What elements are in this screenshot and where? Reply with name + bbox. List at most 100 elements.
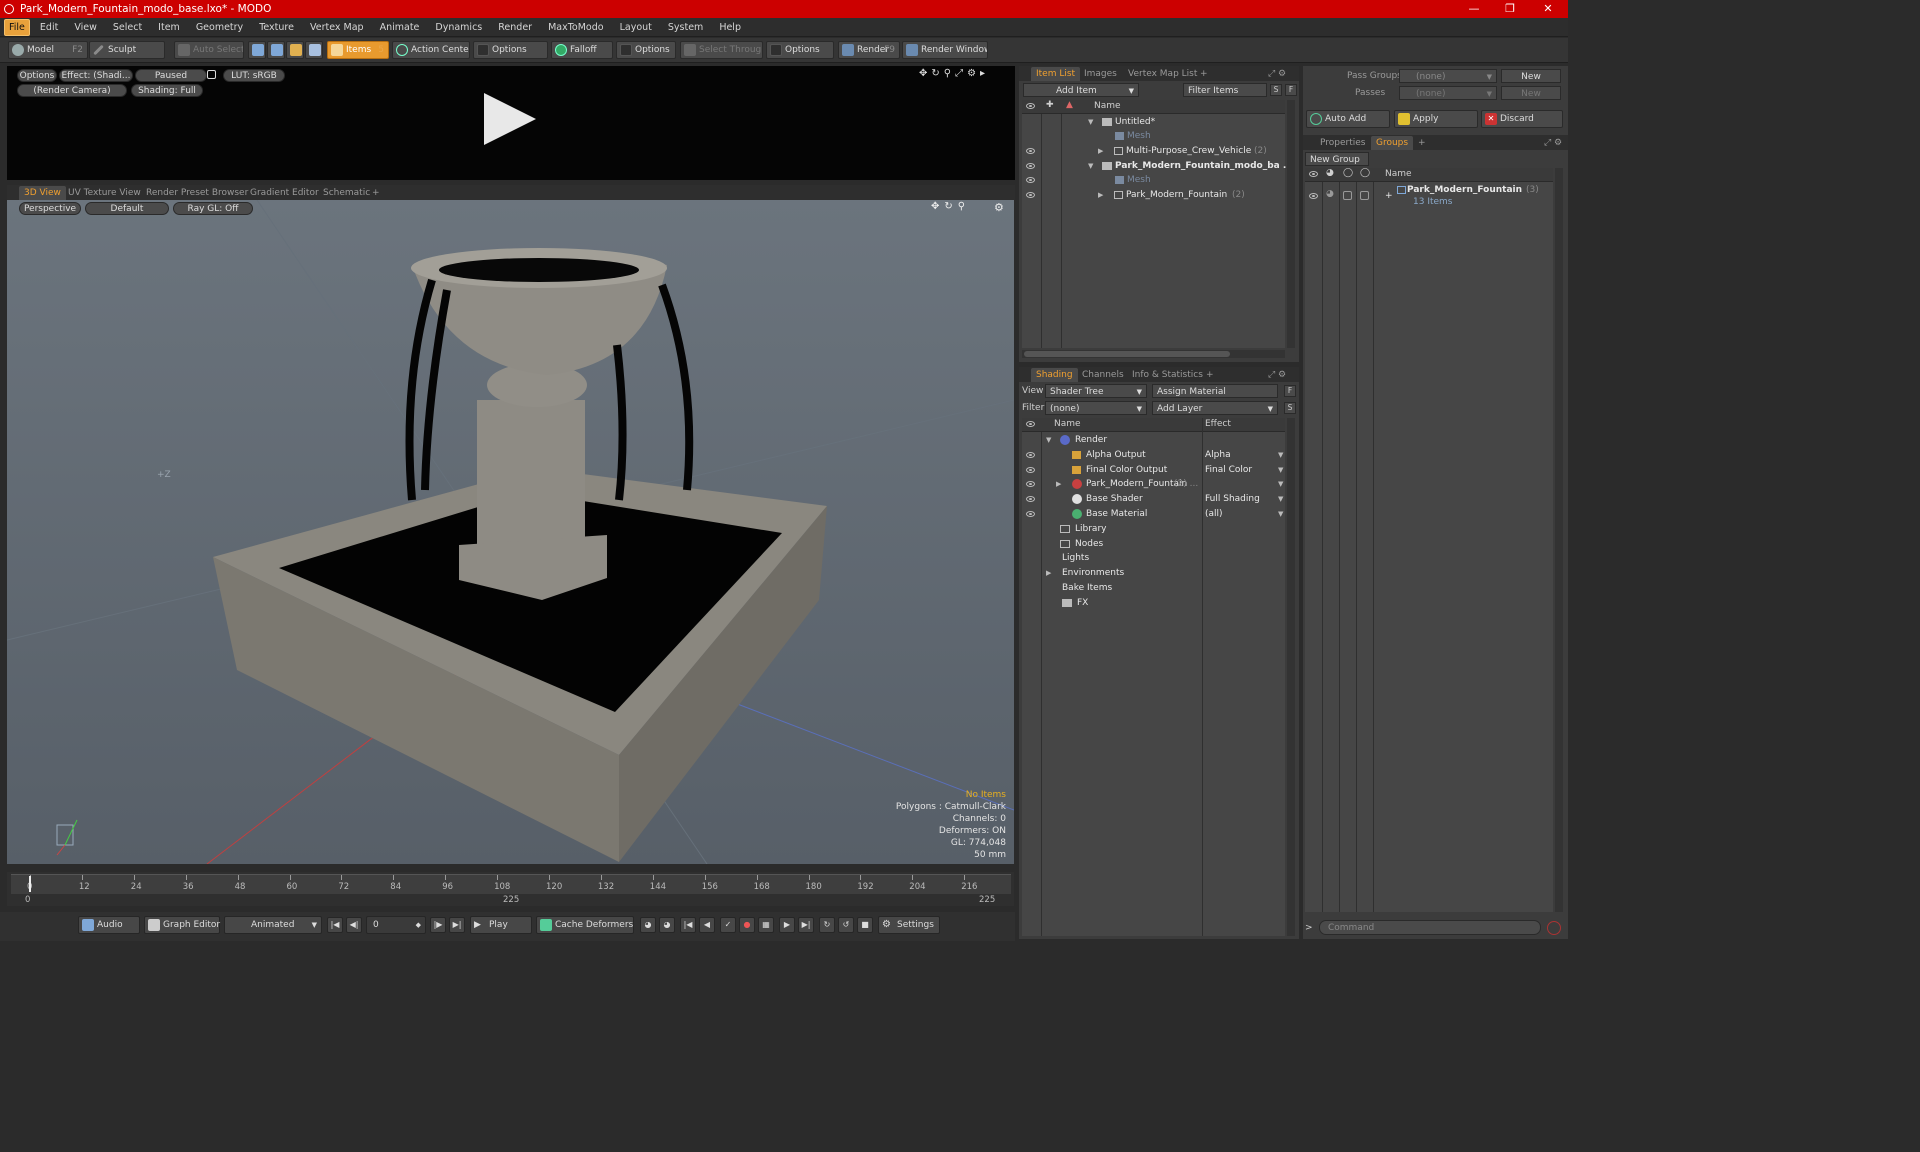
command-history-icon[interactable] [1547, 921, 1561, 935]
add-tab-icon[interactable]: + [367, 186, 385, 200]
menu-edit[interactable]: Edit [32, 18, 66, 37]
render-button[interactable]: Render F9 [838, 41, 900, 59]
filter-s-button[interactable]: S [1270, 84, 1282, 96]
key-tool-icon-1[interactable]: ◕ [640, 917, 656, 933]
list-item[interactable]: Library [1022, 522, 1285, 536]
list-item[interactable]: Mesh [1022, 129, 1285, 143]
key-set-icon[interactable]: ✓ [720, 917, 736, 933]
restore-icon[interactable]: ❐ [1492, 0, 1528, 18]
preview-effect-dropdown[interactable]: Effect: (Shadi... [59, 69, 133, 82]
list-item[interactable]: Nodes [1022, 537, 1285, 551]
expand-plus-icon[interactable]: + [1385, 189, 1393, 203]
shading-s-button[interactable]: S [1284, 402, 1296, 414]
minimize-icon[interactable]: — [1456, 0, 1492, 18]
tab-render-preset-browser[interactable]: Render Preset Browser [141, 186, 253, 200]
items-button[interactable]: Items 5 [327, 41, 389, 59]
add-layer-dropdown[interactable]: Add Layer ▼ [1152, 401, 1278, 415]
loop-icon[interactable]: ↻ [819, 917, 835, 933]
panel-options-icons[interactable]: ⤢ ⚙ [1539, 136, 1567, 150]
next-key-icon[interactable]: |▶ [430, 917, 446, 933]
menu-maxtomodo[interactable]: MaxToModo [540, 18, 612, 37]
perspective-dropdown[interactable]: Perspective [19, 202, 81, 215]
passes-dropdown[interactable]: (none) ▼ [1399, 86, 1497, 100]
list-item[interactable]: Lights [1022, 551, 1285, 565]
menu-vertex-map[interactable]: Vertex Map [302, 18, 372, 37]
key-next-icon[interactable]: ▶ [779, 917, 795, 933]
select-materials-button[interactable] [305, 41, 323, 59]
viewport-settings-icon[interactable]: ⚙ [994, 201, 1004, 214]
falloff-options-button[interactable]: Options [616, 41, 676, 59]
select-vertices-button[interactable] [248, 41, 266, 59]
preview-nav-icons[interactable]: ✥↻⚲⤢⚙▸ [919, 68, 989, 79]
list-item[interactable]: ▼ Park_Modern_Fountain_modo_ba ... [1022, 159, 1293, 173]
key-prev-icon[interactable]: ◀ [699, 917, 715, 933]
list-item[interactable]: Bake Items [1022, 581, 1285, 595]
assign-material-button[interactable]: Assign Material [1152, 384, 1278, 398]
preview-options-button[interactable]: Options [17, 69, 57, 82]
filter-dropdown[interactable]: (none) ▼ [1045, 401, 1147, 415]
menu-help[interactable]: Help [711, 18, 749, 37]
next-frame-icon[interactable]: ▶| [798, 917, 814, 933]
tab-uv-texture-view[interactable]: UV Texture View [63, 186, 146, 200]
select-edges-button[interactable] [267, 41, 285, 59]
panel-options-icons[interactable]: ⤢ ⚙ [1263, 67, 1291, 81]
shader-tree-vscrollbar[interactable] [1287, 418, 1295, 936]
play-icon[interactable] [482, 91, 538, 147]
tab-shading[interactable]: Shading [1031, 368, 1078, 382]
go-to-start-icon[interactable]: |◀ [327, 917, 343, 933]
tab-vertex-map-list[interactable]: Vertex Map List [1123, 67, 1202, 81]
frame-input[interactable]: 0 ◆ [366, 916, 426, 934]
list-item[interactable]: ▼ Untitled* [1022, 115, 1285, 129]
viewport-nav-icons[interactable]: ✥↻⚲ [931, 201, 970, 212]
menu-geometry[interactable]: Geometry [188, 18, 251, 37]
key-tool-icon-2[interactable]: ◕ [659, 917, 675, 933]
menu-animate[interactable]: Animate [372, 18, 428, 37]
menu-system[interactable]: System [660, 18, 711, 37]
filter-f-button[interactable]: F [1285, 84, 1297, 96]
menu-dynamics[interactable]: Dynamics [427, 18, 490, 37]
animated-dropdown[interactable]: Animated ▼ [224, 916, 322, 934]
list-item[interactable]: Base Shader Full Shading ▼ [1022, 492, 1285, 506]
view-dropdown[interactable]: Shader Tree ▼ [1045, 384, 1147, 398]
raygl-dropdown[interactable]: Ray GL: Off [173, 202, 253, 215]
filter-items-input[interactable]: Filter Items [1183, 83, 1267, 97]
item-list-vscrollbar[interactable] [1287, 100, 1295, 348]
command-input[interactable]: Command [1319, 920, 1541, 935]
falloff-button[interactable]: Falloff [551, 41, 613, 59]
timeline[interactable]: 0 12 24 36 48 60 72 84 96 108 120 132 144 156 168 180 19… [7, 872, 1014, 906]
list-item[interactable]: Final Color Output Final Color ▼ [1022, 463, 1285, 477]
render-toggle-icon[interactable]: ◕ [1326, 187, 1334, 201]
add-item-dropdown[interactable]: Add Item ▼ [1023, 83, 1139, 97]
select-through-options-button[interactable]: Options [766, 41, 834, 59]
preview-paused-button[interactable]: Paused [135, 69, 207, 82]
select-polygons-button[interactable] [286, 41, 304, 59]
menu-view[interactable]: View [66, 18, 105, 37]
play-button[interactable]: ▶ Play [470, 916, 532, 934]
tab-item-list[interactable]: Item List [1031, 67, 1081, 81]
list-item[interactable]: ▼ Render [1022, 433, 1285, 447]
preview-camera-dropdown[interactable]: (Render Camera) [17, 84, 127, 97]
discard-button[interactable]: ✕ Discard [1481, 110, 1563, 128]
tab-groups[interactable]: Groups [1371, 136, 1414, 150]
key-filter-icon[interactable]: ↺ [838, 917, 854, 933]
select-toggle-checkbox[interactable] [1360, 191, 1369, 200]
render-window-button[interactable]: Render Window [902, 41, 988, 59]
key-delete-icon[interactable]: ▦ [758, 917, 774, 933]
panel-options-icons[interactable]: ⤢ ⚙ [1263, 368, 1291, 382]
menu-item[interactable]: Item [150, 18, 188, 37]
tab-properties[interactable]: Properties [1315, 136, 1370, 150]
auto-select-button[interactable]: Auto Select [174, 41, 244, 59]
record-icon[interactable]: ● [739, 917, 755, 933]
list-item[interactable]: ◕ + Park_Modern_Fountain (3) 13 Items [1305, 183, 1553, 211]
shading-f-button[interactable]: F [1284, 385, 1296, 397]
prev-frame-icon[interactable]: |◀ [680, 917, 696, 933]
menu-texture[interactable]: Texture [251, 18, 302, 37]
pass-groups-dropdown[interactable]: (none) ▼ [1399, 69, 1497, 83]
new-group-button[interactable]: New Group [1305, 152, 1369, 166]
tab-channels[interactable]: Channels [1077, 368, 1129, 382]
sculpt-button[interactable]: Sculpt [89, 41, 165, 59]
menu-layout[interactable]: Layout [612, 18, 660, 37]
tab-3d-view[interactable]: 3D View [19, 186, 66, 200]
list-item[interactable]: Base Material (all) ▼ [1022, 507, 1285, 521]
list-item[interactable]: ▶ Park_Modern_Fountain (2) ... ▼ [1022, 477, 1285, 491]
